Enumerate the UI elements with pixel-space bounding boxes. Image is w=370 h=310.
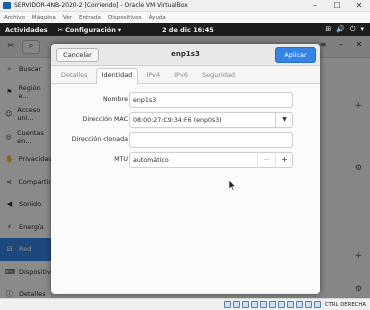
- mouse-pointer-icon: [229, 180, 237, 191]
- cancel-button[interactable]: Cancelar: [56, 48, 99, 62]
- menu-ver[interactable]: Ver: [63, 15, 72, 21]
- chevron-down-icon: ▾: [117, 25, 122, 34]
- apply-button[interactable]: Aplicar: [275, 47, 316, 63]
- name-label: Nombre: [102, 96, 128, 103]
- chevron-down-icon[interactable]: ▼: [275, 112, 293, 128]
- tab-identidad[interactable]: Identidad: [95, 68, 139, 84]
- system-tray[interactable]: ⊞ 🔊 ⏻ ▾: [325, 25, 364, 34]
- minimize-button[interactable]: –: [304, 1, 326, 10]
- shared-folders-status-icon[interactable]: [268, 301, 276, 308]
- vbox-window-title: SERVIDOR-4NB-2020-2 [Corriendo] - Oracle…: [14, 2, 188, 9]
- connection-dialog: Cancelar enp1s3 Aplicar Detalles Identid…: [51, 44, 320, 294]
- menu-entrada[interactable]: Entrada: [79, 15, 101, 21]
- network-tray-icon: ⊞: [325, 25, 332, 33]
- mouse-integration-icon[interactable]: [304, 301, 312, 308]
- maximize-button[interactable]: ☐: [326, 1, 348, 10]
- cloned-row: Dirección clonada: [51, 132, 320, 148]
- optical-status-icon[interactable]: [232, 301, 240, 308]
- cpu-status-icon[interactable]: [295, 301, 303, 308]
- chevron-down-icon: ▾: [360, 25, 364, 33]
- usb-status-icon[interactable]: [259, 301, 267, 308]
- vbox-title-bar: SERVIDOR-4NB-2020-2 [Corriendo] - Oracle…: [0, 0, 370, 12]
- tab-ipv4[interactable]: IPv4: [140, 68, 166, 83]
- mac-row: Dirección MAC ▼: [51, 112, 320, 128]
- menu-archivo[interactable]: Archivo: [4, 15, 25, 21]
- virtualbox-icon: [3, 2, 11, 9]
- mac-combo-input[interactable]: [129, 112, 293, 128]
- cloned-mac-input[interactable]: [129, 132, 293, 148]
- identity-form: Nombre Dirección MAC ▼ Dirección clonada…: [51, 84, 320, 292]
- volume-tray-icon: 🔊: [336, 25, 345, 33]
- keyboard-status-icon[interactable]: [313, 301, 321, 308]
- close-button[interactable]: ✕: [348, 1, 370, 10]
- display-status-icon[interactable]: [277, 301, 285, 308]
- mtu-increment-button[interactable]: +: [275, 152, 293, 168]
- audio-status-icon[interactable]: [241, 301, 249, 308]
- vbox-menu-bar: Archivo Máquina Ver Entrada Dispositivos…: [0, 12, 370, 23]
- recording-status-icon[interactable]: [286, 301, 294, 308]
- name-row: Nombre: [51, 92, 320, 108]
- gnome-top-bar: Actividades ✂ Configuración ▾ 2 de dic 1…: [0, 23, 370, 36]
- menu-maquina[interactable]: Máquina: [32, 15, 56, 21]
- dialog-header: Cancelar enp1s3 Aplicar: [51, 44, 320, 66]
- menu-dispositivos[interactable]: Dispositivos: [108, 15, 142, 21]
- dialog-tabs: Detalles Identidad IPv4 IPv6 Seguridad: [51, 66, 320, 84]
- name-input[interactable]: [129, 92, 293, 108]
- menu-ayuda[interactable]: Ayuda: [149, 15, 166, 21]
- cloned-label: Dirección clonada: [71, 136, 128, 143]
- tab-ipv6[interactable]: IPv6: [168, 68, 194, 83]
- mtu-label: MTU: [114, 156, 128, 163]
- app-menu-label: Configuración: [65, 25, 116, 34]
- power-tray-icon: ⏻: [349, 25, 356, 33]
- host-key-label: CTRL DERECHA: [324, 301, 366, 308]
- app-menu[interactable]: ✂ Configuración ▾: [58, 26, 121, 34]
- activities-button[interactable]: Actividades: [5, 26, 48, 34]
- storage-status-icon[interactable]: [223, 301, 231, 308]
- vbox-status-bar: CTRL DERECHA: [0, 298, 370, 310]
- tab-seguridad[interactable]: Seguridad: [196, 68, 241, 83]
- clock[interactable]: 2 de dic 16:45: [162, 26, 214, 34]
- tab-detalles[interactable]: Detalles: [55, 68, 94, 83]
- network-status-icon[interactable]: [250, 301, 258, 308]
- mac-label: Dirección MAC: [82, 116, 128, 123]
- mtu-row: MTU − +: [51, 152, 320, 168]
- mtu-decrement-button[interactable]: −: [257, 152, 275, 168]
- settings-app-icon: ✂: [57, 25, 64, 34]
